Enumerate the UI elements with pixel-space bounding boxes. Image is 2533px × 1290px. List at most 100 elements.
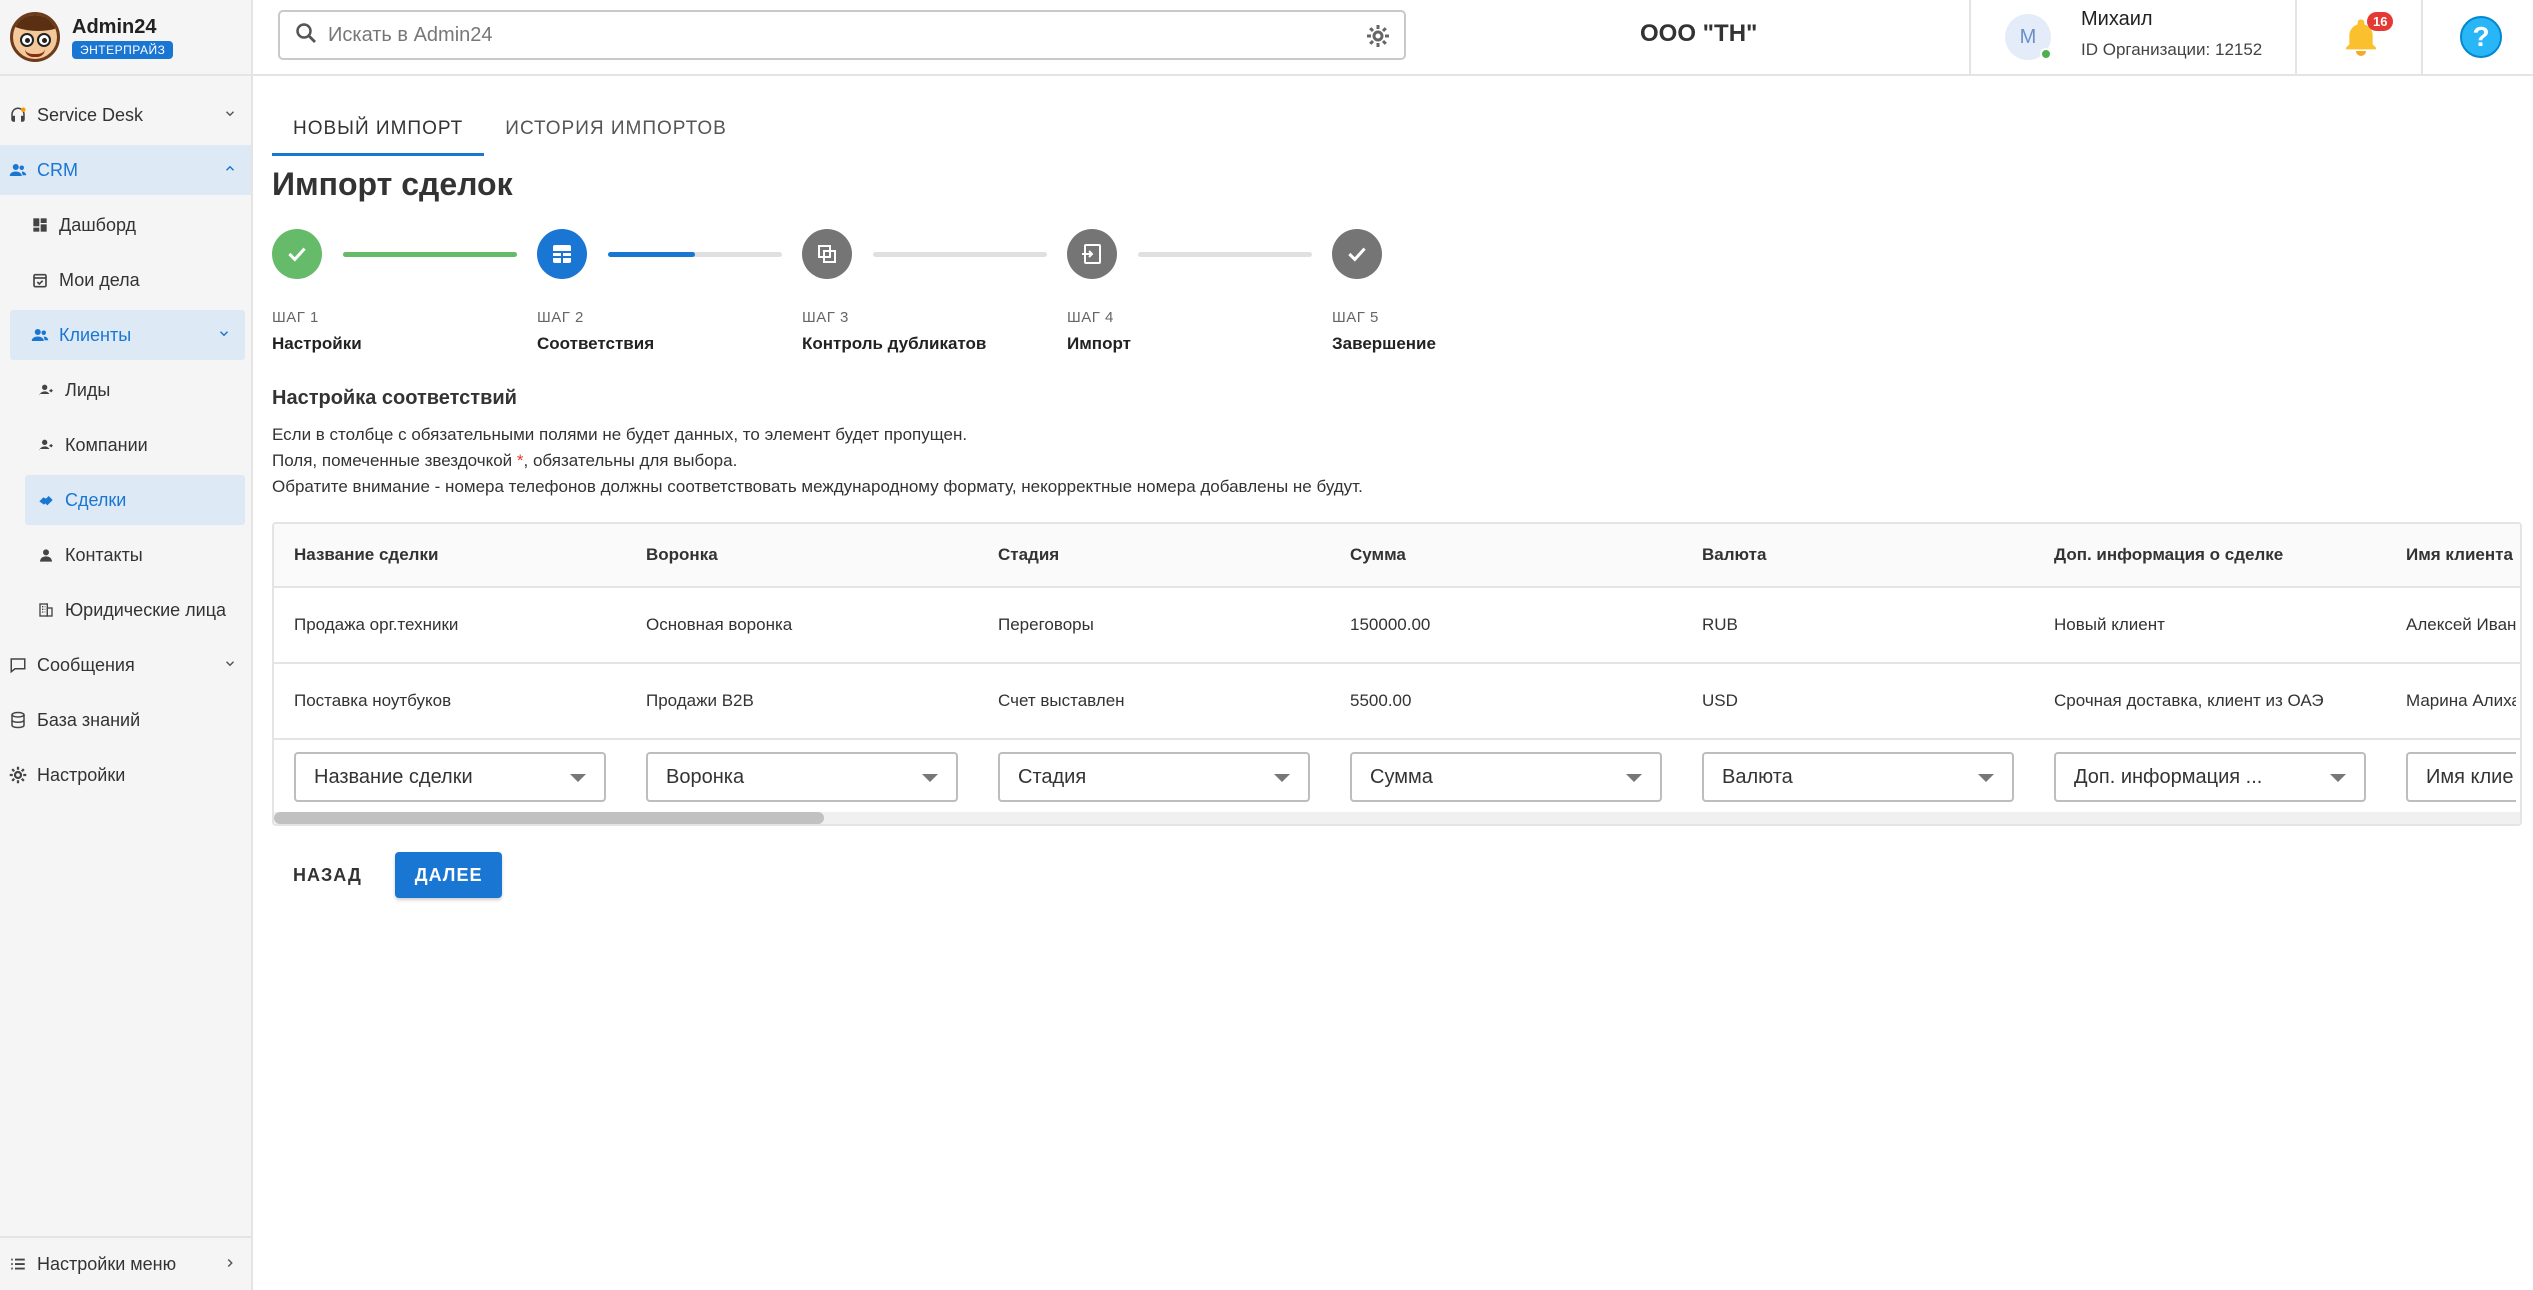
table-cell: RUB [1702,615,1738,634]
table-cell: Стадия [978,752,1330,802]
mapping-section-title: Настройка соответствий [272,387,517,409]
horizontal-scrollbar[interactable] [274,812,2520,824]
dropdown-arrow-icon [2330,774,2346,782]
people-icon [9,161,27,179]
dashboard-icon [31,216,49,234]
field-select-funnel[interactable]: Воронка [646,752,958,802]
field-select-deal-info[interactable]: Доп. информация ... [2054,752,2366,802]
table-cell: Срочная доставка, клиент из ОАЭ [2054,691,2324,710]
bell-icon [2341,19,2381,60]
select-value: Валюта [1722,765,1793,788]
table-cell: Новый клиент [2054,615,2165,634]
table-cell: Сумма [1330,752,1682,802]
next-button[interactable]: ДАЛЕЕ [394,852,503,898]
chevron-up-icon [223,162,237,179]
sidebar-item-my-tasks[interactable]: Мои дела [10,255,245,305]
sidebar-item-deals[interactable]: Сделки [25,475,245,525]
person-arrow-icon [37,381,55,399]
tab-new-import[interactable]: НОВЫЙ ИМПОРТ [272,118,485,156]
field-select-stage[interactable]: Стадия [998,752,1310,802]
step-connector-fill [608,252,695,257]
chevron-down-icon [223,107,237,124]
sidebar-item-knowledge-base[interactable]: База знаний [0,695,251,745]
plan-badge: ЭНТЕРПРАЙЗ [72,40,174,59]
person-icon [37,546,55,564]
field-select-currency[interactable]: Валюта [1702,752,2014,802]
table-row: Продажа орг.техники Основная воронка Пер… [274,588,2520,664]
help-button[interactable]: ? [2460,16,2502,58]
table-cell: Алексей Иван [2406,615,2516,634]
info-line-3: Обратите внимание - номера телефонов дол… [272,477,1363,496]
sidebar-item-label: Лиды [65,379,111,400]
column-header: Воронка [646,545,718,564]
sidebar-item-companies[interactable]: Компании [25,420,245,470]
building-icon [37,601,55,619]
field-select-amount[interactable]: Сумма [1350,752,1662,802]
column-header: Сумма [1350,545,1406,564]
step-1: ШАГ 1 Настройки [272,229,572,354]
help-question-icon: ? [2472,21,2490,52]
sidebar-item-label: Компании [65,434,148,455]
info-text: , обязательны для выбора. [523,451,738,470]
back-button[interactable]: НАЗАД [272,853,383,898]
tab-import-history[interactable]: ИСТОРИЯ ИМПОРТОВ [484,118,748,156]
table-cell: Продажа орг.техники [294,615,459,634]
step-connector-4 [1138,252,1312,257]
avatar[interactable]: М [2005,14,2052,60]
dropdown-arrow-icon [922,774,938,782]
sidebar-item-service-desk[interactable]: Service Desk [0,90,251,140]
app-logo[interactable]: Admin24 ЭНТЕРПРАЙЗ [0,0,251,76]
notifications-button[interactable]: 16 [2341,12,2394,60]
dropdown-arrow-icon [1978,774,1994,782]
app-title: Admin24 [72,15,157,38]
search-settings-gear-icon[interactable] [1366,24,1390,53]
step-label: ШАГ 5 [1332,309,1379,326]
sidebar-item-dashboard[interactable]: Дашборд [10,200,245,250]
menu-settings-label: Настройки меню [37,1253,177,1274]
organization-name[interactable]: ООО "ТН" [1640,20,1757,48]
sidebar-item-crm[interactable]: CRM [0,145,251,195]
step-4-import-icon [1067,229,1117,279]
sidebar-nav: Service Desk CRM Дашборд Мои дела Клиент… [0,76,251,800]
user-profile[interactable]: М Михаил ID Организации: 12152 [1969,0,2297,76]
sidebar-menu-settings[interactable]: Настройки меню [0,1236,251,1290]
dropdown-arrow-icon [1274,774,1290,782]
sidebar-item-settings[interactable]: Настройки [0,750,251,800]
table-cell: Поставка ноутбуков [294,691,452,710]
sidebar-item-contacts[interactable]: Контакты [25,530,245,580]
field-select-client-name[interactable]: Имя клие [2406,752,2516,802]
table-cell: USD [1702,691,1738,710]
people-icon [31,326,49,344]
step-name: Соответствия [537,334,655,353]
sidebar: Admin24 ЭНТЕРПРАЙЗ Service Desk CRM Дашб… [0,0,253,1290]
search-box[interactable] [278,10,1406,60]
column-header: Название сделки [294,545,439,564]
sidebar-item-clients[interactable]: Клиенты [10,310,245,360]
mapping-select-row: Название сделки Воронка Стадия Сумма Вал… [274,740,2520,814]
sidebar-item-legal-entities[interactable]: Юридические лица [25,585,245,635]
handshake-icon [37,491,55,509]
mapping-info: Если в столбце с обязательными полями не… [272,422,2522,500]
step-connector-3 [873,252,1047,257]
step-label: ШАГ 3 [802,309,849,326]
search-input[interactable] [328,23,1328,47]
list-icon [9,1255,27,1273]
sidebar-item-leads[interactable]: Лиды [25,365,245,415]
logo-mascot-icon [10,12,60,62]
step-3-duplicate-icon [802,229,852,279]
step-name: Контроль дубликатов [802,334,987,353]
column-header: Валюта [1702,545,1767,564]
sidebar-item-messages[interactable]: Сообщения [0,640,251,690]
sidebar-item-label: Service Desk [37,104,144,125]
step-connector-1 [343,252,517,257]
sidebar-item-label: Мои дела [59,269,140,290]
select-value: Сумма [1370,765,1433,788]
table-cell: 5500.00 [1350,691,1412,710]
step-label: ШАГ 1 [272,309,319,326]
table-header-row: Название сделки Воронка Стадия Сумма Вал… [274,524,2520,588]
headset-icon [9,106,27,124]
table-cell: Имя клие [2386,752,2516,802]
field-select-deal-name[interactable]: Название сделки [294,752,606,802]
step-2: ШАГ 2 Соответствия [537,229,837,354]
scrollbar-thumb[interactable] [274,812,824,824]
